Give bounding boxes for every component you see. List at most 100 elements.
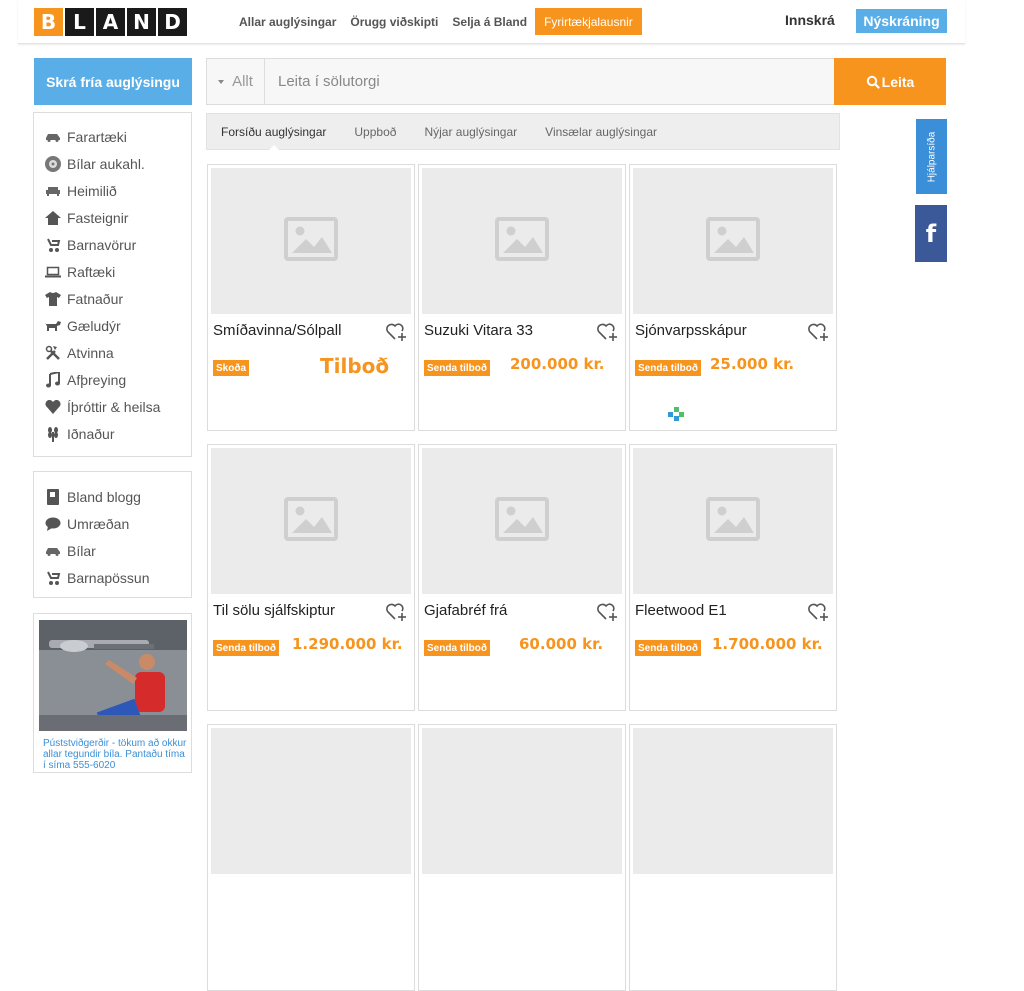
listing-card[interactable]: Suzuki Vitara 33 Senda tilboð 200.000 kr.: [418, 164, 626, 431]
listing-action-badge[interactable]: Senda tilboð: [635, 360, 701, 376]
listing-image-placeholder[interactable]: [633, 448, 833, 594]
search-category-select[interactable]: Allt: [207, 59, 265, 104]
listing-image-placeholder[interactable]: [633, 168, 833, 314]
bland-logo[interactable]: B L A N D: [34, 8, 187, 36]
house-icon: [44, 209, 62, 227]
sidebar-ad[interactable]: Púststviðgerðir - tökum að okkur allar t…: [33, 613, 192, 773]
listing-action-badge[interactable]: Senda tilboð: [635, 640, 701, 656]
listing-card[interactable]: Gjafabréf frá Senda tilboð 60.000 kr.: [418, 444, 626, 711]
sidebar-item-car-accessories[interactable]: Bílar aukahl.: [34, 150, 191, 177]
nav-sell-on-bland[interactable]: Selja á Bland: [445, 8, 534, 35]
signup-button[interactable]: Nýskráning: [856, 9, 947, 33]
sidebar-item-label: Afþreying: [67, 371, 127, 388]
add-favorite-icon[interactable]: [597, 602, 619, 622]
listing-title[interactable]: Suzuki Vitara 33: [424, 322, 589, 339]
sidebar-item-sports-health[interactable]: Íþróttir & heilsa: [34, 393, 191, 420]
ad-caption[interactable]: Púststviðgerðir - tökum að okkur allar t…: [43, 738, 189, 771]
tools-icon: [44, 344, 62, 362]
tab-featured[interactable]: Forsíðu auglýsingar: [221, 114, 326, 150]
sidebar-item-electronics[interactable]: Raftæki: [34, 258, 191, 285]
search-icon: [866, 75, 880, 89]
listing-title[interactable]: Smíðavinna/Sólpall: [213, 322, 378, 339]
listing-action-badge[interactable]: Senda tilboð: [424, 360, 490, 376]
add-favorite-icon[interactable]: [386, 602, 408, 622]
listing-image-placeholder[interactable]: [422, 448, 622, 594]
sidebar-item-label: Íþróttir & heilsa: [67, 398, 161, 415]
listing-title[interactable]: Til sölu sjálfskiptur: [213, 602, 378, 619]
tab-auctions[interactable]: Uppboð: [354, 114, 396, 150]
listing-card[interactable]: [629, 724, 837, 991]
listing-price: 1.290.000 kr.: [292, 635, 403, 653]
search-button-label: Leita: [881, 73, 915, 90]
listing-title[interactable]: Sjónvarpsskápur: [635, 322, 800, 339]
image-placeholder-icon: [706, 496, 760, 546]
listing-card[interactable]: Fleetwood E1 Senda tilboð 1.700.000 kr.: [629, 444, 837, 711]
listing-image-placeholder[interactable]: [211, 448, 411, 594]
tab-new-ads[interactable]: Nýjar auglýsingar: [424, 114, 517, 150]
help-page-tab[interactable]: Hjálparsíða: [916, 119, 947, 194]
listing-action-badge[interactable]: Senda tilboð: [213, 640, 279, 656]
listing-image-placeholder[interactable]: [422, 728, 622, 874]
sidebar-item-label: Farartæki: [67, 128, 127, 145]
listing-card[interactable]: Smíðavinna/Sólpall Skoða Tilboð: [207, 164, 415, 431]
add-favorite-icon[interactable]: [808, 602, 830, 622]
sidebar-item-industry[interactable]: Iðnaður: [34, 420, 191, 447]
nav-business-solutions[interactable]: Fyrirtækjalausnir: [535, 8, 642, 35]
sidebar-item-vehicles[interactable]: Farartæki: [34, 123, 191, 150]
listing-action-badge[interactable]: Skoða: [213, 360, 250, 376]
listing-title[interactable]: Fleetwood E1: [635, 602, 800, 619]
add-favorite-icon[interactable]: [597, 322, 619, 342]
facebook-tab[interactable]: f: [915, 205, 947, 262]
sidebar-item-label: Gæludýr: [67, 317, 121, 334]
sidebar-item-baby-goods[interactable]: Barnavörur: [34, 231, 191, 258]
listing-card[interactable]: [418, 724, 626, 991]
listing-image-placeholder[interactable]: [422, 168, 622, 314]
sidebar-item-entertainment[interactable]: Afþreying: [34, 366, 191, 393]
sidebar-item-label: Fasteignir: [67, 209, 129, 226]
sidebar-item-clothing[interactable]: Fatnaður: [34, 285, 191, 312]
nav-safe-trade[interactable]: Örugg viðskipti: [343, 8, 445, 35]
tab-popular-ads[interactable]: Vinsælar auglýsingar: [545, 114, 657, 150]
stroller-icon: [44, 569, 62, 587]
add-favorite-icon[interactable]: [808, 322, 830, 342]
image-placeholder-icon: [284, 216, 338, 266]
search-button[interactable]: Leita: [834, 58, 946, 105]
stroller-icon: [44, 236, 62, 254]
listing-image-placeholder[interactable]: [211, 728, 411, 874]
search-category-value: Allt: [232, 73, 253, 90]
sidebar-item-blog[interactable]: Bland blogg: [34, 483, 191, 510]
puzzle-icon: [667, 405, 685, 423]
sidebar-item-home[interactable]: Heimilið: [34, 177, 191, 204]
listing-card[interactable]: [207, 724, 415, 991]
sidebar-item-jobs[interactable]: Atvinna: [34, 339, 191, 366]
main-nav: Allar auglýsingar Örugg viðskipti Selja …: [232, 8, 642, 35]
post-free-ad-button[interactable]: Skrá fría auglýsingu: [34, 58, 192, 105]
sidebar-item-real-estate[interactable]: Fasteignir: [34, 204, 191, 231]
sidebar-item-discussion[interactable]: Umræðan: [34, 510, 191, 537]
listing-price: 1.700.000 kr.: [712, 635, 823, 653]
help-tab-label: Hjálparsíða: [926, 131, 937, 182]
sidebar-item-pets[interactable]: Gæludýr: [34, 312, 191, 339]
logo-letter: A: [96, 8, 125, 36]
sidebar-item-cars[interactable]: Bílar: [34, 537, 191, 564]
add-favorite-icon[interactable]: [386, 322, 408, 342]
dog-icon: [44, 317, 62, 335]
sidebar-item-label: Heimilið: [67, 182, 117, 199]
chat-icon: [44, 515, 62, 533]
logo-letter: B: [34, 8, 63, 36]
image-placeholder-icon: [495, 496, 549, 546]
listing-title[interactable]: Gjafabréf frá: [424, 602, 589, 619]
login-link[interactable]: Innskrá: [785, 12, 835, 28]
listing-action-badge[interactable]: Senda tilboð: [424, 640, 490, 656]
sofa-icon: [44, 182, 62, 200]
car-icon: [44, 542, 62, 560]
listing-image-placeholder[interactable]: [633, 728, 833, 874]
search-input[interactable]: [265, 59, 833, 104]
listing-image-placeholder[interactable]: [211, 168, 411, 314]
ad-image: [39, 620, 187, 731]
nav-all-ads[interactable]: Allar auglýsingar: [232, 8, 343, 35]
listing-card[interactable]: Sjónvarpsskápur Senda tilboð 25.000 kr.: [629, 164, 837, 431]
sidebar-item-babysitting[interactable]: Barnapössun: [34, 564, 191, 591]
listing-card[interactable]: Til sölu sjálfskiptur Senda tilboð 1.290.0…: [207, 444, 415, 711]
listing-price: Tilboð: [320, 354, 390, 378]
